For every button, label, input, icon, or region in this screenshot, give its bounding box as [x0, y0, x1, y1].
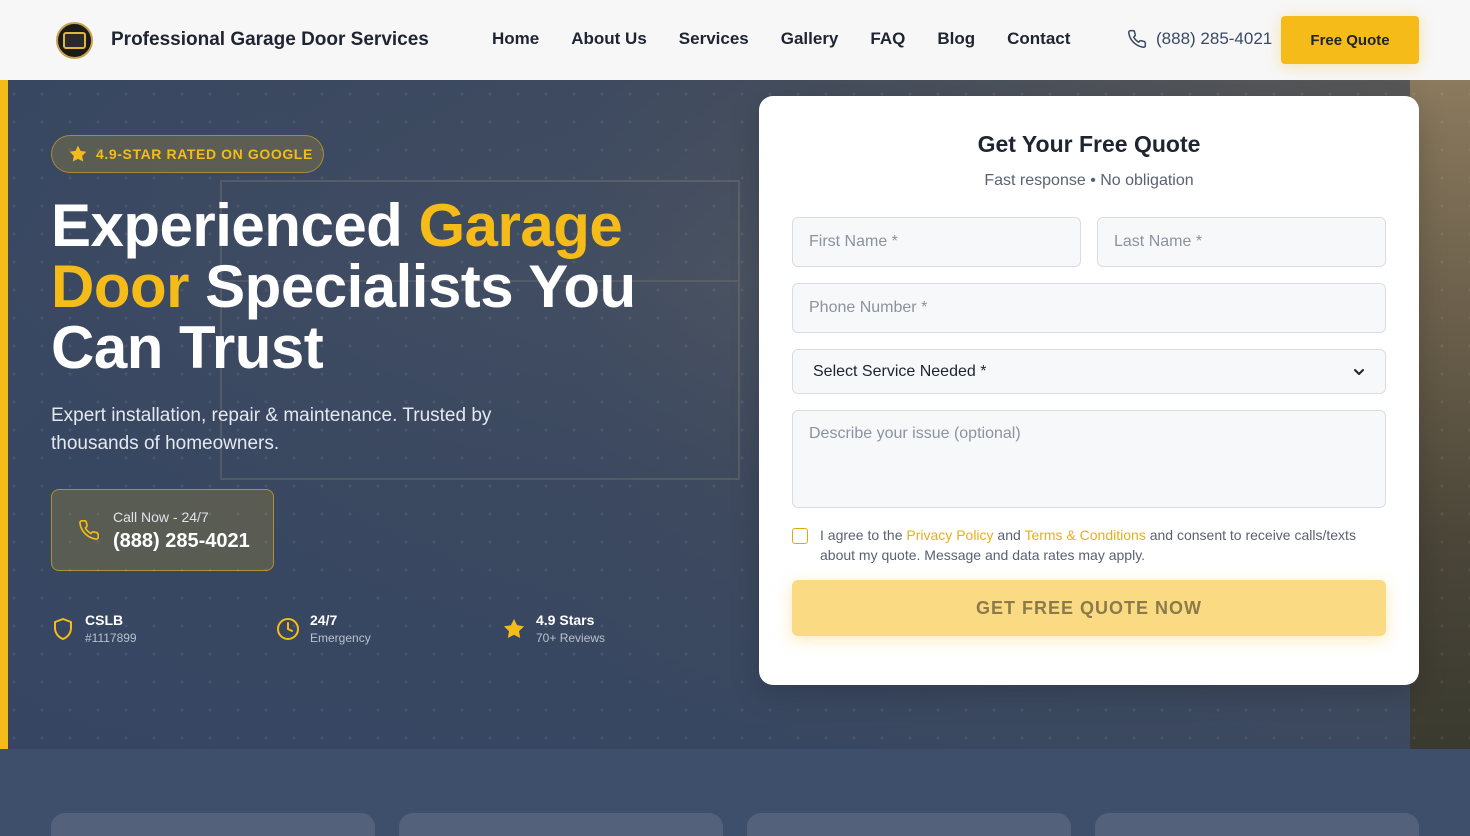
headline-part-1: Experienced: [51, 192, 419, 259]
service-card-4: [1095, 813, 1419, 836]
service-card-3: [747, 813, 1071, 836]
service-card-1: [51, 813, 375, 836]
consent-checkbox[interactable]: [792, 528, 808, 544]
stat-reviews: 4.9 Stars 70+ Reviews: [502, 612, 605, 645]
first-name-input[interactable]: [792, 217, 1081, 267]
get-free-quote-now-button[interactable]: GET FREE QUOTE NOW: [792, 580, 1386, 636]
header-phone-number: (888) 285-4021: [1156, 29, 1273, 48]
last-name-input[interactable]: [1097, 217, 1386, 267]
terms-conditions-link[interactable]: Terms & Conditions: [1024, 527, 1145, 543]
consent-prefix: I agree to the: [820, 527, 907, 543]
nav-faq[interactable]: FAQ: [854, 29, 921, 49]
quote-form: Get Your Free Quote Fast response • No o…: [759, 96, 1419, 685]
stat-license-number: #1117899: [85, 631, 137, 645]
consent-text: I agree to the Privacy Policy and Terms …: [820, 525, 1386, 565]
stat-emergency-title: 24/7: [310, 612, 338, 628]
call-now-button[interactable]: Call Now - 24/7 (888) 285-4021: [51, 489, 274, 571]
nav-blog[interactable]: Blog: [921, 29, 991, 49]
service-select-value: Select Service Needed *: [813, 362, 987, 380]
hero-subheading: Expert installation, repair & maintenanc…: [51, 405, 492, 454]
google-rating-badge: 4.9-STAR RATED ON GOOGLE: [51, 135, 324, 173]
phone-icon: [79, 520, 99, 540]
stat-license: CSLB #1117899: [51, 612, 137, 645]
service-card-2: [399, 813, 723, 836]
brand-name[interactable]: Professional Garage Door Services: [111, 29, 429, 51]
nav-about-us[interactable]: About Us: [555, 29, 663, 49]
consent-and: and: [993, 527, 1025, 543]
nav-services[interactable]: Services: [663, 29, 765, 49]
form-subtitle: Fast response • No obligation: [984, 172, 1194, 189]
headline-highlight-2: Door: [51, 253, 189, 320]
issue-description-textarea[interactable]: [792, 410, 1386, 508]
chevron-down-icon: [1354, 368, 1364, 375]
star-icon: [69, 145, 87, 162]
form-title: Get Your Free Quote: [977, 131, 1201, 157]
stat-reviews-title: 4.9 Stars: [536, 612, 595, 628]
phone-icon: [1128, 29, 1147, 48]
shield-icon: [54, 618, 72, 640]
service-select[interactable]: Select Service Needed *: [792, 349, 1386, 394]
stat-emergency-sub: Emergency: [310, 631, 371, 645]
hero-accent-bar: [0, 80, 8, 749]
headline-highlight-1: Garage: [418, 192, 623, 259]
header-phone-link[interactable]: (888) 285-4021: [1127, 29, 1272, 49]
phone-number-input[interactable]: [792, 283, 1386, 333]
privacy-policy-link[interactable]: Privacy Policy: [906, 527, 993, 543]
hero-headline: Experienced Garage Door Specialists You C…: [51, 195, 691, 378]
free-quote-button[interactable]: Free Quote: [1281, 16, 1419, 64]
stat-license-title: CSLB: [85, 612, 124, 628]
stat-reviews-sub: 70+ Reviews: [536, 631, 606, 645]
logo-icon[interactable]: [56, 22, 93, 59]
nav-gallery[interactable]: Gallery: [765, 29, 855, 49]
consent-row: I agree to the Privacy Policy and Terms …: [792, 525, 1386, 565]
stat-emergency: 24/7 Emergency: [276, 612, 371, 645]
clock-icon: [277, 618, 299, 640]
star-icon: [504, 619, 524, 638]
nav-contact[interactable]: Contact: [991, 29, 1086, 49]
site-header: Professional Garage Door Services Home A…: [0, 0, 1470, 80]
call-now-label: Call Now - 24/7: [113, 509, 209, 525]
call-now-number: (888) 285-4021: [113, 530, 250, 552]
nav-home[interactable]: Home: [476, 29, 555, 49]
badge-text: 4.9-STAR RATED ON GOOGLE: [96, 146, 313, 162]
main-nav: Home About Us Services Gallery FAQ Blog …: [476, 29, 1086, 49]
